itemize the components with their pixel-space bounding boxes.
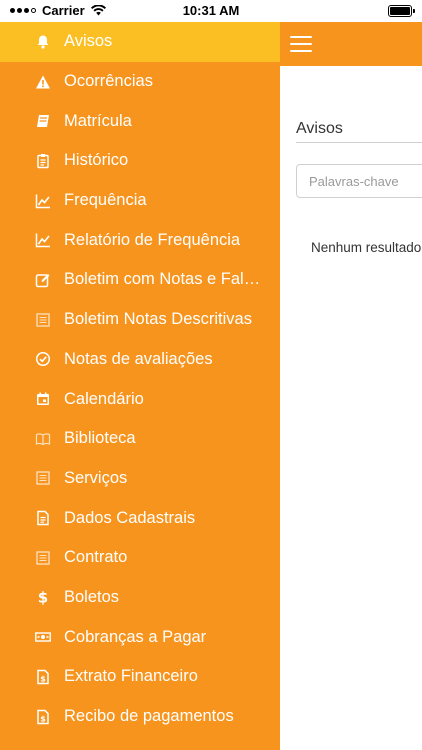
main-content: Avisos Nenhum resultado (280, 22, 422, 750)
sidebar-item-calendario[interactable]: Calendário (0, 379, 280, 419)
sidebar-item-contrato[interactable]: Contrato (0, 538, 280, 578)
sidebar-item-label: Boletim com Notas e Faltas (64, 270, 264, 289)
sidebar-item-extrato[interactable]: $ Extrato Financeiro (0, 657, 280, 697)
line-chart-icon (34, 192, 52, 210)
sidebar-item-servicos[interactable]: Serviços (0, 459, 280, 499)
sidebar-item-boletos[interactable]: $ Boletos (0, 578, 280, 618)
battery-icon (388, 5, 415, 17)
sidebar-item-label: Histórico (64, 151, 129, 170)
svg-text:$: $ (40, 674, 46, 683)
bell-icon (34, 33, 52, 51)
calendar-icon (34, 390, 52, 408)
book-icon (34, 112, 52, 130)
sidebar-item-label: Frequência (64, 191, 147, 210)
sidebar-item-matricula[interactable]: Matrícula (0, 101, 280, 141)
sidebar-item-label: Matrícula (64, 111, 132, 130)
sidebar-item-historico[interactable]: Histórico (0, 141, 280, 181)
money-icon (34, 628, 52, 646)
sidebar-item-label: Dados Cadastrais (64, 508, 196, 527)
hamburger-menu-icon[interactable] (290, 36, 312, 52)
clipboard-icon (34, 152, 52, 170)
receipt-icon: $ (34, 708, 52, 726)
svg-text:$: $ (40, 714, 46, 723)
dollar-icon: $ (34, 588, 52, 606)
sidebar-item-boletim-descritivas[interactable]: Boletim Notas Descritivas (0, 300, 280, 340)
sidebar-item-label: Boletos (64, 587, 120, 606)
top-bar (280, 22, 422, 66)
empty-results-message: Nenhum resultado (311, 240, 422, 255)
sidebar-item-avisos[interactable]: Avisos (0, 22, 280, 62)
sidebar-item-frequencia[interactable]: Frequência (0, 181, 280, 221)
sidebar-item-label: Calendário (64, 389, 144, 408)
open-book-icon (34, 430, 52, 448)
sidebar-item-biblioteca[interactable]: Biblioteca (0, 419, 280, 459)
receipt-icon: $ (34, 668, 52, 686)
warning-icon (34, 73, 52, 91)
sidebar-item-dados-cadastrais[interactable]: Dados Cadastrais (0, 498, 280, 538)
sidebar-item-label: Avisos (64, 32, 113, 51)
svg-text:$: $ (38, 589, 48, 605)
status-bar: Carrier 10:31 AM (0, 0, 422, 22)
sidebar-item-relatorio-frequencia[interactable]: Relatório de Frequência (0, 220, 280, 260)
sidebar-item-recibo[interactable]: $ Recibo de pagamentos (0, 697, 280, 737)
clock: 10:31 AM (182, 3, 240, 18)
sidebar-item-notas-avaliacoes[interactable]: Notas de avaliações (0, 340, 280, 380)
sidebar-item-ocorrencias[interactable]: Ocorrências (0, 62, 280, 102)
sidebar-item-label: Recibo de pagamentos (64, 707, 234, 726)
list-icon (34, 469, 52, 487)
title-divider (296, 142, 422, 143)
sidebar-item-label: Boletim Notas Descritivas (64, 310, 252, 329)
list-icon (34, 311, 52, 329)
page-title: Avisos (296, 120, 343, 137)
sidebar-item-label: Ocorrências (64, 72, 153, 91)
line-chart-icon (34, 231, 52, 249)
sidebar-item-label: Contrato (64, 548, 128, 567)
sidebar-item-label: Biblioteca (64, 429, 136, 448)
document-icon (34, 509, 52, 527)
sidebar-item-boletim-notas-faltas[interactable]: Boletim com Notas e Faltas (0, 260, 280, 300)
search-input[interactable] (296, 164, 422, 198)
sidebar-item-label: Notas de avaliações (64, 349, 213, 368)
list-icon (34, 549, 52, 567)
check-circle-icon (34, 350, 52, 368)
edit-icon (34, 271, 52, 289)
sidebar-item-cobrancas[interactable]: Cobranças a Pagar (0, 617, 280, 657)
sidebar-item-label: Relatório de Frequência (64, 230, 241, 249)
sidebar-item-label: Cobranças a Pagar (64, 627, 207, 646)
sidebar-item-label: Serviços (64, 468, 128, 487)
sidebar-menu: Avisos Ocorrências Matrícula Histórico F… (0, 22, 280, 750)
sidebar-item-label: Extrato Financeiro (64, 667, 198, 686)
